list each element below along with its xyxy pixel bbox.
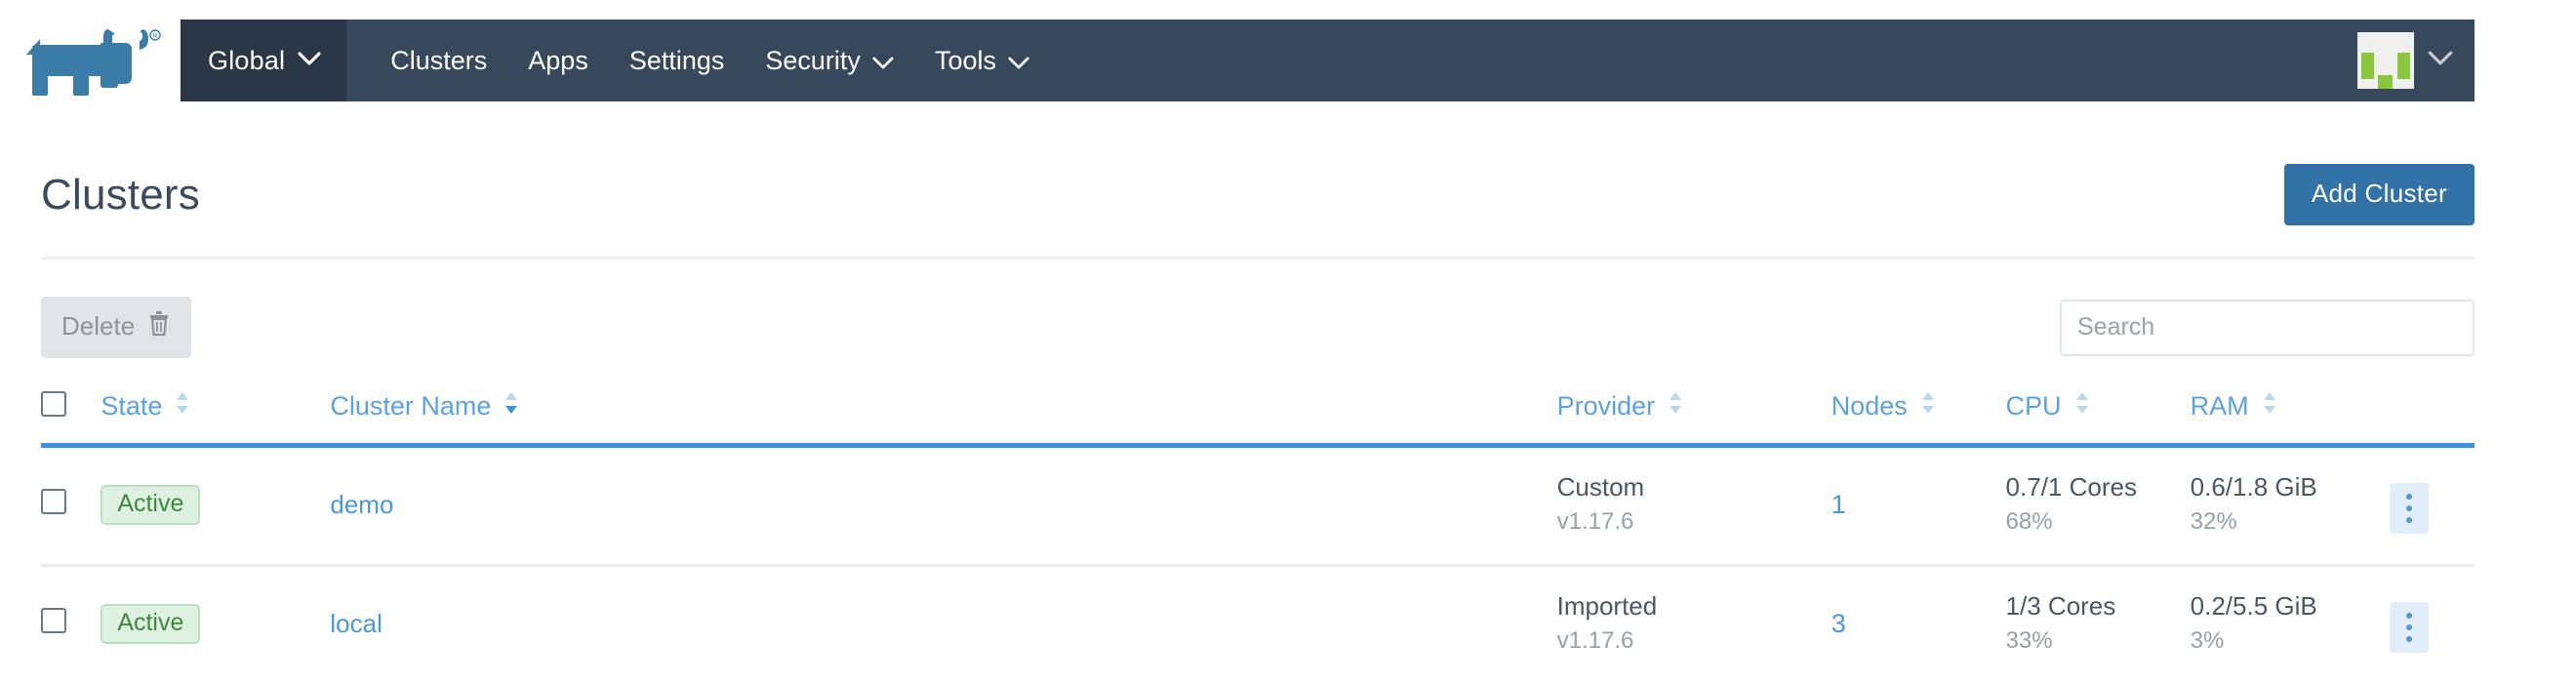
user-menu[interactable] xyxy=(2357,20,2475,101)
search-input[interactable] xyxy=(2060,300,2475,356)
table-row[interactable]: Active local Imported v1.17.6 3 xyxy=(41,566,2475,683)
th-ram-label: RAM xyxy=(2191,391,2249,422)
table-head: State Cluster Name xyxy=(41,376,2475,446)
row-nodes-cell: 1 xyxy=(1831,446,2006,566)
cpu-value: 0.7/1 Cores xyxy=(2006,473,2191,502)
row-ram-cell: 0.2/5.5 GiB 3% xyxy=(2191,566,2390,683)
row-actions-cell xyxy=(2390,566,2475,683)
row-state-cell: Active xyxy=(101,566,330,683)
nav-item-security-label: Security xyxy=(765,46,861,76)
nav-item-settings[interactable]: Settings xyxy=(609,46,745,76)
th-cluster-name[interactable]: Cluster Name xyxy=(330,376,1556,446)
row-actions-menu-button[interactable] xyxy=(2390,602,2429,653)
page-header-row: Clusters Add Cluster xyxy=(41,123,2475,257)
cluster-name-link[interactable]: demo xyxy=(330,490,393,519)
select-all-checkbox[interactable] xyxy=(41,391,66,417)
rancher-logo[interactable]: R xyxy=(0,0,181,123)
nav-item-apps-label: Apps xyxy=(528,46,588,76)
global-context-label: Global xyxy=(208,46,285,76)
row-select-cell[interactable] xyxy=(41,446,101,566)
clusters-table: State Cluster Name xyxy=(41,376,2475,683)
cpu-percent: 68% xyxy=(2006,507,2191,537)
row-actions-cell xyxy=(2390,446,2475,566)
sort-icon xyxy=(2260,389,2279,423)
delete-button-label: Delete xyxy=(61,311,135,342)
row-cpu-cell: 0.7/1 Cores 68% xyxy=(2006,446,2191,566)
add-cluster-button[interactable]: Add Cluster xyxy=(2284,164,2475,225)
nav-item-tools-label: Tools xyxy=(935,46,996,76)
row-name-cell: demo xyxy=(330,446,1556,566)
provider-name: Custom xyxy=(1557,473,1831,502)
row-actions-menu-button[interactable] xyxy=(2390,483,2429,534)
table-row[interactable]: Active demo Custom v1.17.6 1 xyxy=(41,446,2475,566)
row-provider-cell: Imported v1.17.6 xyxy=(1557,566,1831,683)
nav-item-clusters[interactable]: Clusters xyxy=(370,46,507,76)
th-provider[interactable]: Provider xyxy=(1557,376,1831,446)
row-select-cell[interactable] xyxy=(41,566,101,683)
th-nodes[interactable]: Nodes xyxy=(1831,376,2006,446)
row-state-cell: Active xyxy=(101,446,330,566)
app-root: R Global Clusters Apps Settings xyxy=(0,0,2576,669)
nodes-count-link[interactable]: 1 xyxy=(1831,490,1846,519)
th-state[interactable]: State xyxy=(101,376,330,446)
th-actions xyxy=(2390,376,2475,446)
table-body: Active demo Custom v1.17.6 1 xyxy=(41,446,2475,683)
cluster-name-link[interactable]: local xyxy=(330,609,382,638)
trash-icon xyxy=(147,309,171,343)
cpu-percent: 33% xyxy=(2006,626,2191,656)
page-title: Clusters xyxy=(41,171,200,220)
nodes-count-link[interactable]: 3 xyxy=(1831,609,1846,638)
rancher-cow-logo: R xyxy=(19,25,163,98)
chevron-down-icon xyxy=(1008,46,1029,76)
table-toolbar: Delete xyxy=(41,260,2475,376)
nav-item-security[interactable]: Security xyxy=(745,46,914,76)
th-cpu[interactable]: CPU xyxy=(2006,376,2191,446)
provider-version: v1.17.6 xyxy=(1557,626,1831,656)
nav-item-tools[interactable]: Tools xyxy=(914,46,1050,76)
provider-name: Imported xyxy=(1557,592,1831,621)
row-ram-cell: 0.6/1.8 GiB 32% xyxy=(2191,446,2390,566)
row-nodes-cell: 3 xyxy=(1831,566,2006,683)
ram-percent: 32% xyxy=(2191,507,2390,537)
ram-value: 0.2/5.5 GiB xyxy=(2191,592,2390,621)
nav-links: Clusters Apps Settings Security Tools xyxy=(346,20,1050,101)
sort-icon xyxy=(2073,389,2092,423)
provider-version: v1.17.6 xyxy=(1557,507,1831,537)
sort-icon xyxy=(1918,389,1938,423)
nav-item-settings-label: Settings xyxy=(629,46,725,76)
th-select-all[interactable] xyxy=(41,376,101,446)
th-provider-label: Provider xyxy=(1557,391,1656,422)
sort-icon-active xyxy=(502,389,521,423)
row-checkbox[interactable] xyxy=(41,489,66,514)
chevron-down-icon xyxy=(872,46,894,76)
th-ram[interactable]: RAM xyxy=(2191,376,2390,446)
sort-icon xyxy=(1666,389,1685,423)
th-state-label: State xyxy=(101,391,162,422)
row-checkbox[interactable] xyxy=(41,608,66,633)
main-content: Clusters Add Cluster Delete xyxy=(0,123,2576,683)
main-navbar: Global Clusters Apps Settings Security xyxy=(181,20,2475,101)
row-name-cell: local xyxy=(330,566,1556,683)
sort-icon xyxy=(173,389,192,423)
ram-percent: 3% xyxy=(2191,626,2390,656)
svg-text:R: R xyxy=(152,33,157,40)
row-provider-cell: Custom v1.17.6 xyxy=(1557,446,1831,566)
delete-button[interactable]: Delete xyxy=(41,297,191,358)
top-header: R Global Clusters Apps Settings xyxy=(0,0,2576,123)
status-badge: Active xyxy=(101,604,200,644)
cpu-value: 1/3 Cores xyxy=(2006,592,2191,621)
chevron-down-icon xyxy=(298,52,321,70)
chevron-down-icon xyxy=(2428,51,2453,70)
global-context-selector[interactable]: Global xyxy=(181,20,346,101)
ram-value: 0.6/1.8 GiB xyxy=(2191,473,2390,502)
th-cpu-label: CPU xyxy=(2006,391,2062,422)
user-avatar xyxy=(2357,32,2414,89)
nav-item-apps[interactable]: Apps xyxy=(507,46,609,76)
th-nodes-label: Nodes xyxy=(1831,391,1908,422)
th-cluster-name-label: Cluster Name xyxy=(330,391,491,422)
nav-item-clusters-label: Clusters xyxy=(390,46,487,76)
row-cpu-cell: 1/3 Cores 33% xyxy=(2006,566,2191,683)
status-badge: Active xyxy=(101,485,200,525)
